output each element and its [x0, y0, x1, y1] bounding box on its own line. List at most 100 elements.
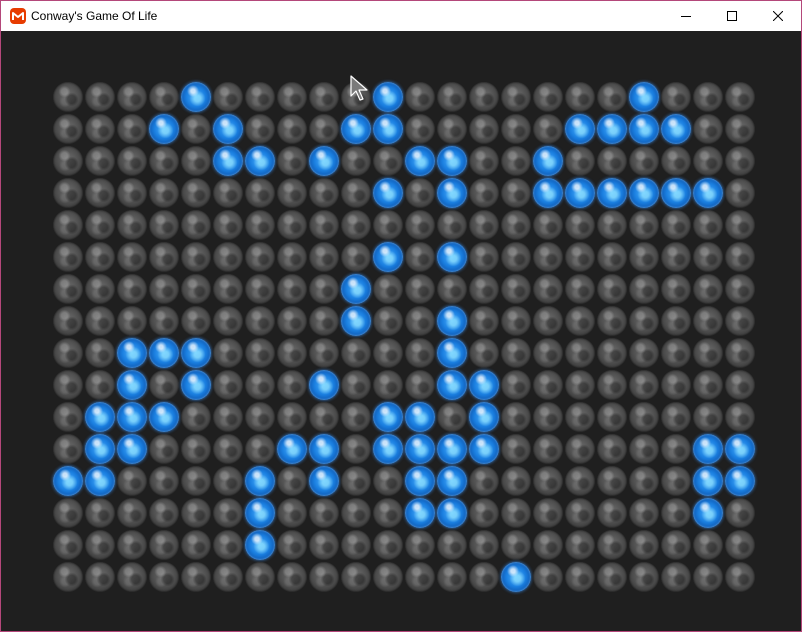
cell-dead[interactable]	[597, 82, 627, 112]
cell-dead[interactable]	[309, 498, 339, 528]
cell-alive[interactable]	[213, 146, 243, 176]
cell-alive[interactable]	[85, 402, 115, 432]
cell-dead[interactable]	[693, 210, 723, 240]
cell-dead[interactable]	[373, 530, 403, 560]
cell-dead[interactable]	[277, 338, 307, 368]
cell-dead[interactable]	[533, 498, 563, 528]
cell-dead[interactable]	[693, 370, 723, 400]
cell-dead[interactable]	[661, 530, 691, 560]
cell-dead[interactable]	[85, 274, 115, 304]
cell-dead[interactable]	[725, 402, 755, 432]
cell-alive[interactable]	[661, 178, 691, 208]
cell-dead[interactable]	[405, 114, 435, 144]
cell-dead[interactable]	[565, 370, 595, 400]
cell-alive[interactable]	[85, 466, 115, 496]
cell-alive[interactable]	[373, 114, 403, 144]
cell-dead[interactable]	[53, 562, 83, 592]
cell-dead[interactable]	[693, 82, 723, 112]
cell-dead[interactable]	[245, 274, 275, 304]
cell-alive[interactable]	[629, 82, 659, 112]
cell-alive[interactable]	[469, 370, 499, 400]
cell-dead[interactable]	[277, 274, 307, 304]
cell-alive[interactable]	[373, 434, 403, 464]
cell-dead[interactable]	[629, 370, 659, 400]
cell-dead[interactable]	[533, 82, 563, 112]
cell-dead[interactable]	[469, 466, 499, 496]
game-canvas[interactable]	[1, 31, 801, 631]
cell-dead[interactable]	[405, 82, 435, 112]
cell-dead[interactable]	[341, 370, 371, 400]
cell-dead[interactable]	[309, 82, 339, 112]
cell-dead[interactable]	[309, 178, 339, 208]
cell-dead[interactable]	[181, 562, 211, 592]
cell-dead[interactable]	[661, 242, 691, 272]
cell-alive[interactable]	[533, 146, 563, 176]
cell-dead[interactable]	[501, 498, 531, 528]
cell-dead[interactable]	[565, 434, 595, 464]
cell-alive[interactable]	[117, 370, 147, 400]
cell-dead[interactable]	[725, 498, 755, 528]
cell-dead[interactable]	[597, 370, 627, 400]
cell-alive[interactable]	[181, 338, 211, 368]
cell-dead[interactable]	[277, 402, 307, 432]
cell-alive[interactable]	[181, 82, 211, 112]
cell-dead[interactable]	[213, 306, 243, 336]
cell-dead[interactable]	[661, 306, 691, 336]
cell-dead[interactable]	[245, 338, 275, 368]
cell-dead[interactable]	[309, 562, 339, 592]
cell-dead[interactable]	[53, 146, 83, 176]
cell-dead[interactable]	[341, 242, 371, 272]
cell-dead[interactable]	[245, 178, 275, 208]
cell-alive[interactable]	[437, 178, 467, 208]
cell-dead[interactable]	[213, 82, 243, 112]
cell-dead[interactable]	[469, 530, 499, 560]
cell-dead[interactable]	[469, 146, 499, 176]
cell-dead[interactable]	[341, 530, 371, 560]
cell-dead[interactable]	[53, 210, 83, 240]
cell-dead[interactable]	[629, 306, 659, 336]
cell-alive[interactable]	[725, 466, 755, 496]
cell-dead[interactable]	[309, 210, 339, 240]
cell-alive[interactable]	[341, 306, 371, 336]
cell-dead[interactable]	[149, 466, 179, 496]
cell-dead[interactable]	[277, 178, 307, 208]
cell-dead[interactable]	[373, 274, 403, 304]
cell-dead[interactable]	[629, 466, 659, 496]
cell-dead[interactable]	[533, 242, 563, 272]
cell-dead[interactable]	[725, 530, 755, 560]
cell-dead[interactable]	[245, 562, 275, 592]
cell-dead[interactable]	[597, 306, 627, 336]
cell-alive[interactable]	[629, 114, 659, 144]
cell-dead[interactable]	[405, 370, 435, 400]
cell-alive[interactable]	[533, 178, 563, 208]
cell-dead[interactable]	[693, 338, 723, 368]
cell-dead[interactable]	[277, 146, 307, 176]
cell-alive[interactable]	[405, 434, 435, 464]
cell-alive[interactable]	[629, 178, 659, 208]
cell-dead[interactable]	[501, 530, 531, 560]
cell-dead[interactable]	[341, 466, 371, 496]
cell-dead[interactable]	[85, 178, 115, 208]
cell-dead[interactable]	[501, 146, 531, 176]
cell-alive[interactable]	[437, 370, 467, 400]
cell-dead[interactable]	[565, 498, 595, 528]
cell-dead[interactable]	[117, 466, 147, 496]
cell-dead[interactable]	[117, 242, 147, 272]
cell-alive[interactable]	[469, 434, 499, 464]
cell-dead[interactable]	[661, 402, 691, 432]
cell-dead[interactable]	[501, 242, 531, 272]
cell-alive[interactable]	[693, 178, 723, 208]
cell-dead[interactable]	[533, 274, 563, 304]
cell-alive[interactable]	[245, 466, 275, 496]
cell-alive[interactable]	[245, 498, 275, 528]
cell-dead[interactable]	[277, 306, 307, 336]
cell-dead[interactable]	[277, 466, 307, 496]
cell-dead[interactable]	[277, 242, 307, 272]
cell-dead[interactable]	[245, 114, 275, 144]
cell-dead[interactable]	[213, 498, 243, 528]
cell-dead[interactable]	[117, 82, 147, 112]
cell-dead[interactable]	[565, 306, 595, 336]
cell-dead[interactable]	[245, 434, 275, 464]
cell-dead[interactable]	[405, 242, 435, 272]
cell-dead[interactable]	[53, 82, 83, 112]
